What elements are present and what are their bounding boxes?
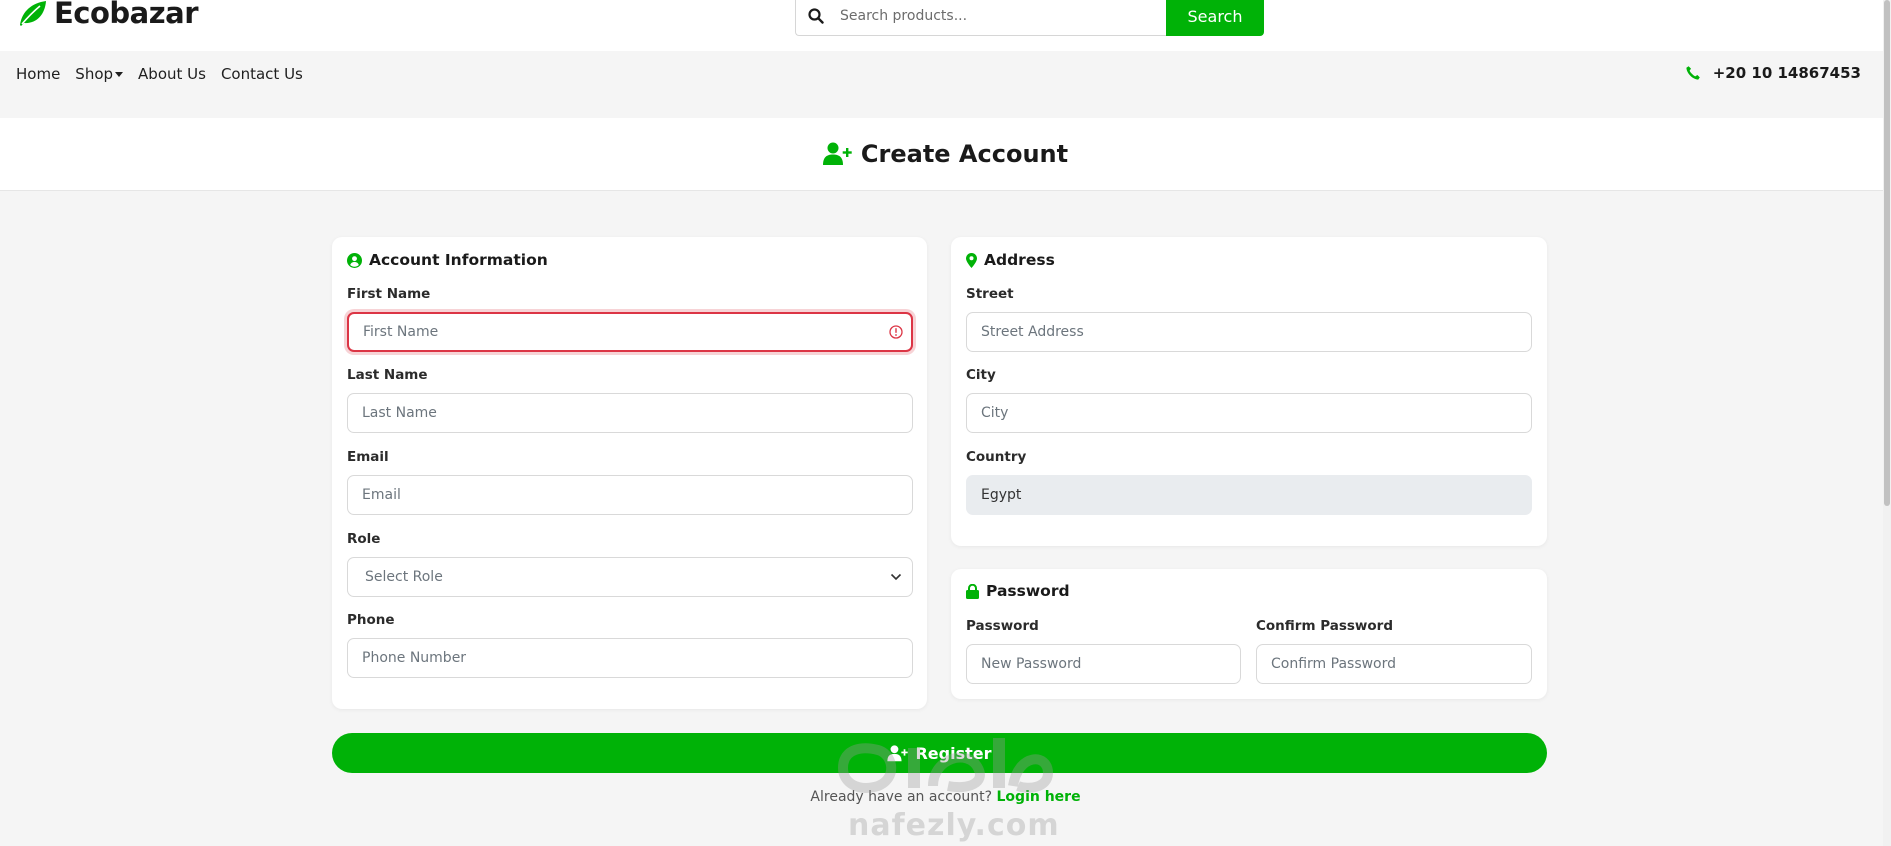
- first-name-field: [347, 312, 913, 352]
- page-title-text: Create Account: [860, 140, 1069, 168]
- email-input[interactable]: [362, 487, 912, 503]
- role-label: Role: [347, 531, 381, 547]
- street-label: Street: [966, 286, 1014, 302]
- address-title-text: Address: [984, 251, 1055, 269]
- logo[interactable]: Ecobazar: [16, 0, 199, 30]
- email-label: Email: [347, 449, 389, 465]
- address-card: Address Street City Country Egypt: [951, 237, 1547, 546]
- confirm-password-label: Confirm Password: [1256, 618, 1394, 634]
- page-title: Create Account: [822, 140, 1069, 168]
- role-select[interactable]: Select Role: [347, 557, 913, 597]
- account-info-title: Account Information: [347, 251, 548, 269]
- last-name-input[interactable]: [362, 405, 912, 421]
- login-link[interactable]: Login here: [997, 789, 1081, 805]
- scrollbar-thumb[interactable]: [1884, 0, 1890, 506]
- chevron-down-icon: [890, 573, 902, 581]
- top-header: Ecobazar Search: [0, 0, 1891, 51]
- phone-icon: [1686, 66, 1700, 80]
- search-bar: Search: [795, 0, 1264, 36]
- country-label: Country: [966, 449, 1027, 465]
- street-input[interactable]: [981, 324, 1531, 340]
- city-input[interactable]: [981, 405, 1531, 421]
- role-selected-value: Select Role: [365, 569, 443, 585]
- search-button[interactable]: Search: [1166, 0, 1264, 36]
- street-field: [966, 312, 1532, 352]
- search-icon: [796, 8, 836, 24]
- account-info-title-text: Account Information: [369, 251, 548, 269]
- user-circle-icon: [347, 252, 362, 268]
- city-field: [966, 393, 1532, 433]
- user-plus-icon: [822, 142, 852, 165]
- first-name-input[interactable]: [363, 324, 911, 340]
- caret-down-icon: [115, 71, 124, 77]
- scrollbar[interactable]: [1883, 0, 1891, 846]
- password-card: Password Password Confirm Password: [951, 569, 1547, 699]
- country-value: Egypt: [981, 487, 1022, 503]
- confirm-password-field: [1256, 644, 1532, 684]
- title-bar: Create Account: [0, 118, 1891, 191]
- map-marker-icon: [966, 252, 977, 268]
- city-label: City: [966, 367, 996, 383]
- confirm-password-input[interactable]: [1271, 656, 1531, 672]
- phone-contact[interactable]: +20 10 14867453: [1685, 64, 1861, 82]
- search-box: [795, 0, 1166, 36]
- nav-shop-label: Shop: [75, 65, 114, 83]
- nav-shop[interactable]: Shop: [75, 65, 124, 83]
- phone-label: Phone: [347, 612, 395, 628]
- last-name-field: [347, 393, 913, 433]
- error-icon: [889, 325, 903, 339]
- navbar: Home Shop About Us Contact Us +20 10 148…: [0, 51, 1891, 118]
- login-prompt: Already have an account? Login here: [0, 789, 1891, 805]
- register-button[interactable]: Register: [332, 733, 1547, 773]
- register-label: Register: [915, 743, 992, 763]
- password-title: Password: [966, 582, 1070, 600]
- nav-home[interactable]: Home: [16, 65, 60, 83]
- last-name-label: Last Name: [347, 367, 428, 383]
- nav-about[interactable]: About Us: [138, 65, 206, 83]
- phone-number: +20 10 14867453: [1712, 64, 1861, 82]
- first-name-label: First Name: [347, 286, 431, 302]
- leaf-icon: [20, 1, 46, 26]
- address-title: Address: [966, 251, 1055, 269]
- lock-icon: [966, 583, 979, 599]
- brand-name: Ecobazar: [54, 0, 199, 30]
- country-field: Egypt: [966, 475, 1532, 515]
- email-field: [347, 475, 913, 515]
- phone-field: [347, 638, 913, 678]
- password-label: Password: [966, 618, 1039, 634]
- nav-contact[interactable]: Contact Us: [221, 65, 303, 83]
- password-title-text: Password: [986, 582, 1070, 600]
- user-plus-icon: [887, 744, 909, 761]
- phone-input[interactable]: [362, 650, 912, 666]
- login-prompt-text: Already have an account?: [810, 789, 993, 805]
- search-input[interactable]: [836, 0, 1166, 35]
- password-input[interactable]: [981, 656, 1240, 672]
- password-field: [966, 644, 1241, 684]
- account-info-card: Account Information First Name Last Name…: [332, 237, 927, 709]
- nav-links: Home Shop About Us Contact Us: [16, 65, 318, 83]
- watermark-text: nafezly.com: [848, 808, 1060, 843]
